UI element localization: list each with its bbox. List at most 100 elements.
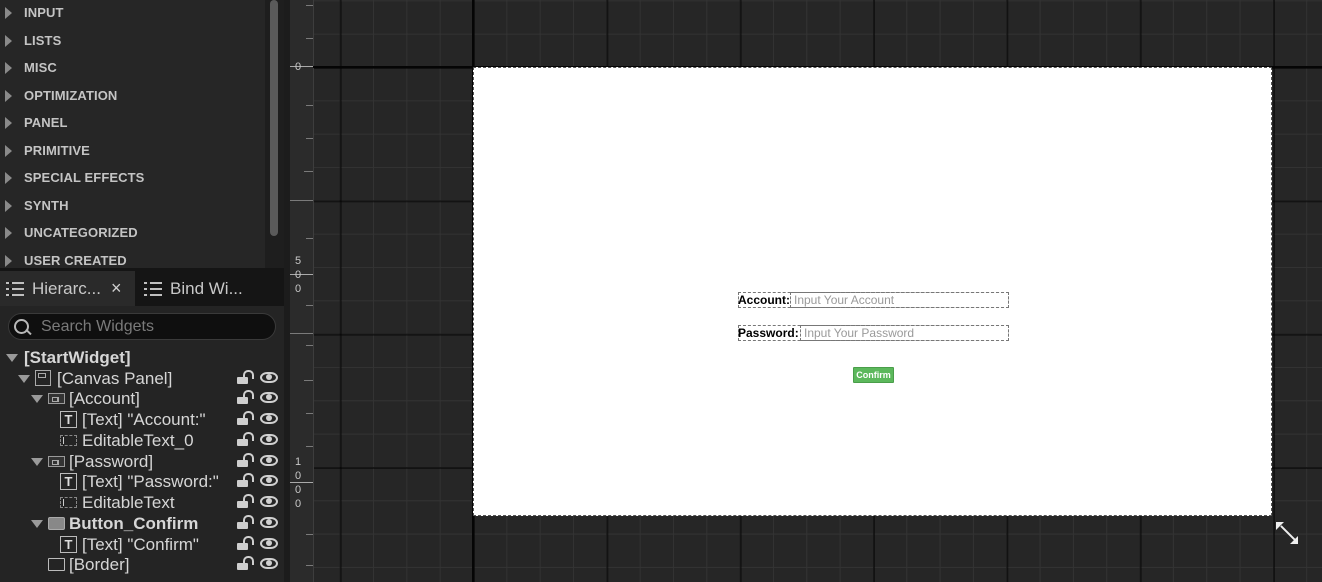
tree-label: [Account]	[69, 388, 140, 408]
expand-arrow-icon	[5, 89, 12, 102]
tab-bind-widgets-label: Bind Wi...	[170, 278, 243, 298]
lock-icon[interactable]	[237, 556, 254, 570]
palette-scrollbar-thumb[interactable]	[270, 0, 278, 236]
editable-text-icon	[60, 435, 77, 446]
palette-category-lists[interactable]: LISTS	[0, 27, 265, 54]
tree-row-button-confirm[interactable]: Button_Confirm	[0, 513, 284, 534]
expand-arrow-icon	[5, 34, 12, 47]
eye-icon[interactable]	[260, 413, 278, 424]
text-widget-icon: T	[60, 411, 77, 428]
lock-icon[interactable]	[237, 370, 254, 384]
eye-icon[interactable]	[260, 392, 278, 403]
border-widget-icon	[48, 558, 65, 571]
tree-label: Button_Confirm	[69, 513, 199, 533]
tree-label: [Text] "Account:"	[82, 409, 206, 429]
close-icon[interactable]: ×	[111, 278, 122, 299]
horizontal-box-icon	[48, 393, 65, 404]
expand-arrow-icon	[5, 254, 12, 267]
palette-category-optimization[interactable]: OPTIMIZATION	[0, 82, 265, 109]
hierarchy-tab-bar: Hierarc... × Bind Wi...	[0, 268, 284, 306]
lock-icon[interactable]	[237, 536, 254, 550]
eye-icon[interactable]	[260, 455, 278, 466]
expand-arrow-icon	[5, 171, 12, 184]
collapse-arrow-icon[interactable]	[31, 395, 43, 403]
palette-category-input[interactable]: INPUT	[0, 0, 265, 26]
tree-label: [Border]	[69, 554, 130, 574]
tree-row-confirm-text[interactable]: T [Text] "Confirm"	[0, 534, 284, 555]
search-input[interactable]	[39, 316, 253, 337]
password-input[interactable]: Input Your Password	[800, 325, 1009, 341]
palette-category-panel[interactable]: PANEL	[0, 109, 265, 136]
palette-category-uncategorized[interactable]: UNCATEGORIZED	[0, 219, 265, 246]
lock-icon[interactable]	[237, 453, 254, 467]
tree-row-password[interactable]: [Password]	[0, 451, 284, 472]
expand-arrow-icon	[5, 226, 12, 239]
expand-arrow-icon	[5, 199, 12, 212]
vertical-ruler: 0 5 0 0 1 0 0 0	[290, 0, 314, 582]
tree-row-account[interactable]: [Account]	[0, 388, 284, 409]
palette-category-primitive[interactable]: PRIMITIVE	[0, 137, 265, 164]
tab-hierarchy[interactable]: Hierarc... ×	[0, 271, 135, 306]
tree-row-root[interactable]: [StartWidget]	[0, 347, 284, 368]
tree-label: [Text] "Confirm"	[82, 534, 199, 554]
account-input[interactable]: Input Your Account	[790, 292, 1009, 308]
tree-label: [Password]	[69, 451, 154, 471]
eye-icon[interactable]	[260, 496, 278, 507]
password-label: Password:	[738, 326, 799, 340]
search-icon	[14, 318, 32, 335]
tree-row-account-text[interactable]: T [Text] "Account:"	[0, 409, 284, 430]
text-widget-icon: T	[60, 536, 77, 553]
collapse-arrow-icon[interactable]	[18, 375, 30, 383]
tree-label: [Text] "Password:"	[82, 471, 219, 491]
lock-icon[interactable]	[237, 390, 254, 404]
collapse-arrow-icon[interactable]	[31, 520, 43, 528]
lock-icon[interactable]	[237, 473, 254, 487]
ruler-label-1000: 0	[294, 484, 302, 496]
eye-icon[interactable]	[260, 475, 278, 486]
text-widget-icon: T	[60, 473, 77, 490]
resize-handle-icon[interactable]	[1276, 522, 1298, 544]
lock-icon[interactable]	[237, 494, 254, 508]
ruler-label-500: 0	[294, 283, 302, 295]
eye-icon[interactable]	[260, 538, 278, 549]
tree-row-password-text[interactable]: T [Text] "Password:"	[0, 471, 284, 492]
palette-panel: INPUT LISTS MISC OPTIMIZATION PANEL PRIM…	[0, 0, 284, 268]
tree-label: [Canvas Panel]	[57, 368, 173, 388]
collapse-arrow-icon[interactable]	[31, 458, 43, 466]
ruler-label-0: 0	[294, 61, 302, 73]
eye-icon[interactable]	[260, 517, 278, 528]
tree-row-canvas-panel[interactable]: [Canvas Panel]	[0, 368, 284, 389]
tree-label: [StartWidget]	[24, 347, 131, 367]
tree-row-editable-text[interactable]: EditableText	[0, 492, 284, 513]
lock-icon[interactable]	[237, 432, 254, 446]
confirm-button[interactable]: Confirm	[853, 367, 894, 383]
ruler-label-1000: 0	[294, 498, 302, 510]
horizontal-box-icon	[48, 456, 65, 467]
collapse-arrow-icon[interactable]	[6, 354, 18, 362]
canvas-panel-icon	[35, 370, 51, 386]
tree-label: EditableText	[82, 492, 175, 512]
tree-row-border[interactable]: [Border]	[0, 554, 284, 575]
palette-category-misc[interactable]: MISC	[0, 54, 265, 81]
ruler-label-500: 0	[294, 269, 302, 281]
eye-icon[interactable]	[260, 434, 278, 445]
eye-icon[interactable]	[260, 558, 278, 569]
search-widgets-box[interactable]	[8, 313, 276, 340]
palette-category-synth[interactable]: SYNTH	[0, 192, 265, 219]
palette-category-user-created[interactable]: USER CREATED	[0, 247, 265, 268]
tree-row-editable-text-0[interactable]: EditableText_0	[0, 430, 284, 451]
account-label: Account:	[738, 293, 790, 307]
editable-text-icon	[60, 497, 77, 508]
lock-icon[interactable]	[237, 515, 254, 529]
palette-category-special-effects[interactable]: SPECIAL EFFECTS	[0, 164, 265, 191]
eye-icon[interactable]	[260, 372, 278, 383]
tree-label: EditableText_0	[82, 430, 194, 450]
expand-arrow-icon	[5, 144, 12, 157]
list-icon	[6, 281, 24, 296]
tab-bind-widgets[interactable]: Bind Wi...	[138, 271, 284, 306]
expand-arrow-icon	[5, 61, 12, 74]
tab-hierarchy-label: Hierarc...	[32, 278, 101, 298]
lock-icon[interactable]	[237, 411, 254, 425]
ruler-label-500: 5	[294, 255, 302, 267]
button-widget-icon	[48, 517, 65, 530]
